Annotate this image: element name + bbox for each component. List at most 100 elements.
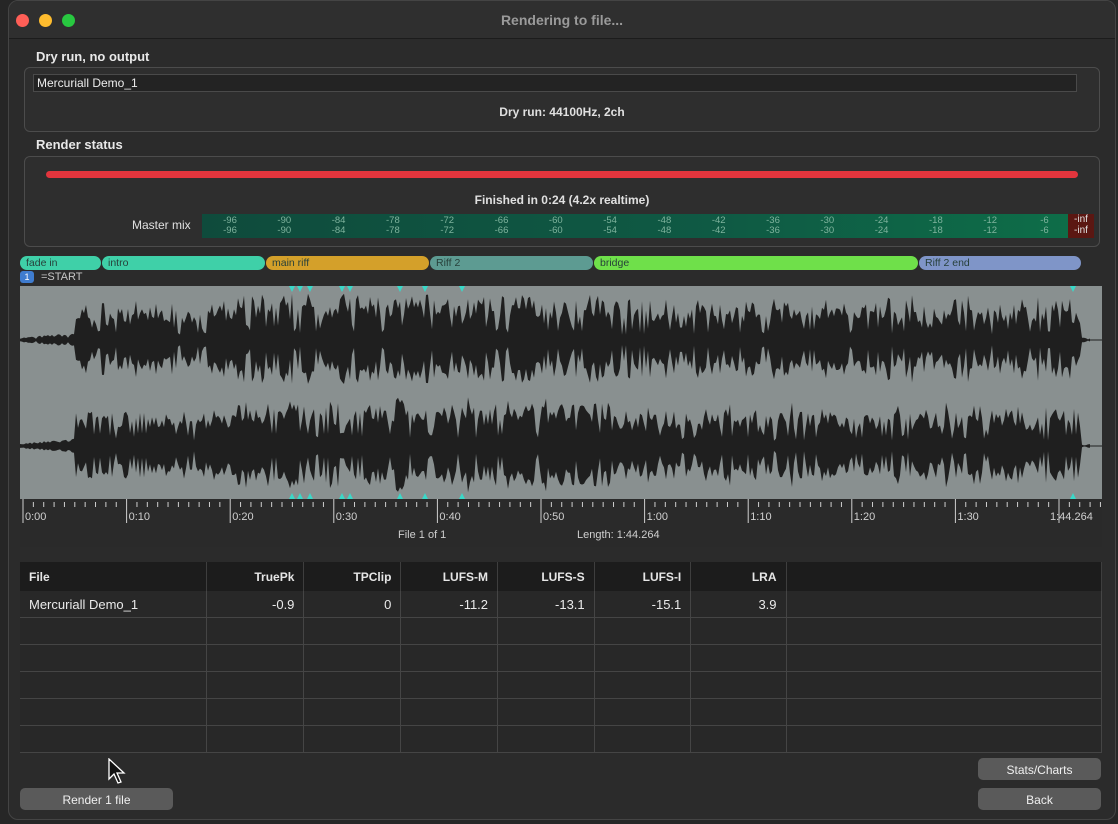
table-row[interactable] (20, 671, 1103, 699)
file-count-text: File 1 of 1 (398, 529, 447, 541)
column-header-file[interactable]: File (20, 562, 208, 591)
column-header-tpclip[interactable]: TPClip (303, 562, 402, 591)
table-cell (20, 644, 208, 672)
master-mix-label: Master mix (132, 218, 191, 232)
meter-peak-left: -inf (1074, 214, 1088, 225)
table-cell: -15.1 (594, 591, 692, 618)
meter-tick-label: -36 (766, 225, 780, 236)
meter-tick-label: -72 (440, 225, 455, 236)
region-riff-2-end[interactable]: Riff 2 end (919, 256, 1081, 270)
meter-tick-label: -6 (1040, 225, 1049, 236)
table-cell (786, 671, 1103, 699)
region-lane: fade in intro main riff Riff 2 bridge Riff 2 … (20, 256, 1102, 270)
table-cell (690, 617, 787, 645)
meter-tick-label: -18 (929, 225, 943, 236)
table-row[interactable] (20, 617, 1103, 645)
table-cell (20, 671, 208, 699)
table-cell (786, 725, 1103, 753)
back-button[interactable]: Back (978, 788, 1101, 810)
table-cell (786, 617, 1103, 645)
table-row[interactable] (20, 725, 1103, 753)
waveform-display[interactable] (20, 286, 1102, 499)
table-cell (594, 644, 692, 672)
stats-charts-button[interactable]: Stats/Charts (978, 758, 1101, 780)
table-cell (206, 671, 305, 699)
output-filename-field[interactable]: Mercuriall Demo_1 (33, 74, 1077, 92)
table-cell (303, 698, 402, 726)
region-intro[interactable]: intro (102, 256, 265, 270)
waveform-channel (20, 397, 1090, 493)
table-cell (20, 617, 208, 645)
table-row[interactable] (20, 698, 1103, 726)
ruler-time-label: 0:40 (439, 511, 461, 523)
length-text: Length: 1:44.264 (577, 529, 660, 541)
ruler-time-label: 0:20 (232, 511, 254, 523)
table-cell (400, 725, 499, 753)
column-header-blank[interactable] (786, 562, 1103, 591)
column-header-lufs-i[interactable]: LUFS-I (594, 562, 692, 591)
table-cell (690, 725, 787, 753)
table-cell (786, 591, 1103, 618)
ruler-time-label: 0:00 (25, 511, 47, 523)
master-mix-meter: -96 -96 -90 -90 -84 -84 -78 -78 -72 -72 -66 -66 -60-… (202, 214, 1068, 238)
table-cell: 0 (303, 591, 402, 618)
table-cell: -0.9 (206, 591, 305, 618)
table-cell (206, 698, 305, 726)
region-bridge[interactable]: bridge (594, 256, 918, 270)
table-cell (303, 644, 402, 672)
table-cell: -11.2 (400, 591, 499, 618)
table-cell: -13.1 (497, 591, 595, 618)
marker-number: 1 (20, 271, 34, 284)
meter-tick-label: -90 (277, 225, 292, 236)
waveform-channel (20, 293, 1090, 384)
marker-label: =START (41, 271, 83, 283)
timeline-info-bar (20, 527, 1102, 547)
timeline-ruler[interactable]: 0:00 0:10 0:20 0:30 0:40 0:50 1:00 1:10 1:20 1:30… (20, 499, 1102, 527)
clip-marker (289, 286, 295, 292)
meter-tick-label: -96 (223, 225, 237, 236)
meter-peak-right: -inf (1074, 225, 1088, 236)
clip-marker (339, 286, 345, 292)
table-cell (690, 644, 787, 672)
table-cell (690, 671, 787, 699)
table-cell (400, 698, 499, 726)
region-fade-in[interactable]: fade in (20, 256, 101, 270)
table-cell (400, 617, 499, 645)
table-cell (786, 644, 1103, 672)
clip-marker (422, 286, 428, 292)
ruler-time-label: 0:10 (128, 511, 151, 523)
ruler-time-label: 1:10 (750, 511, 772, 523)
meter-tick-label: -66 (494, 225, 509, 236)
table-cell (497, 698, 595, 726)
clip-marker (459, 286, 465, 292)
table-cell (594, 725, 692, 753)
table-cell (497, 644, 595, 672)
column-header-lufs-m[interactable]: LUFS-M (400, 562, 499, 591)
mouse-pointer-icon (108, 757, 126, 789)
table-row[interactable]: Mercuriall Demo_1 -0.9 0 -11.2 -13.1 -15.1 3.9 (20, 591, 1103, 618)
table-cell (20, 725, 208, 753)
table-row[interactable] (20, 644, 1103, 672)
table-cell (20, 698, 208, 726)
table-cell (690, 698, 787, 726)
clip-marker (1070, 286, 1076, 292)
meter-tick-label: -78 (386, 225, 400, 236)
meter-tick-label: -24 (874, 225, 889, 236)
region-riff-2[interactable]: Riff 2 (430, 256, 593, 270)
column-header-lra[interactable]: LRA (690, 562, 787, 591)
table-cell: Mercuriall Demo_1 (20, 591, 208, 618)
region-main-riff[interactable]: main riff (266, 256, 429, 270)
marker-start[interactable]: 1 =START (20, 271, 82, 285)
render-button[interactable]: Render 1 file (20, 788, 173, 810)
window-title: Rendering to file... (500, 12, 624, 28)
column-header-lufs-s[interactable]: LUFS-S (497, 562, 595, 591)
table-cell: 3.9 (690, 591, 787, 618)
meter-peak-indicator[interactable]: -inf -inf (1068, 214, 1094, 238)
table-cell (303, 725, 402, 753)
table-cell (594, 671, 692, 699)
table-cell (497, 617, 595, 645)
table-cell (303, 617, 402, 645)
meter-tick-label: -30 (820, 225, 835, 236)
column-header-truepk[interactable]: TruePk (206, 562, 305, 591)
table-cell (497, 671, 595, 699)
